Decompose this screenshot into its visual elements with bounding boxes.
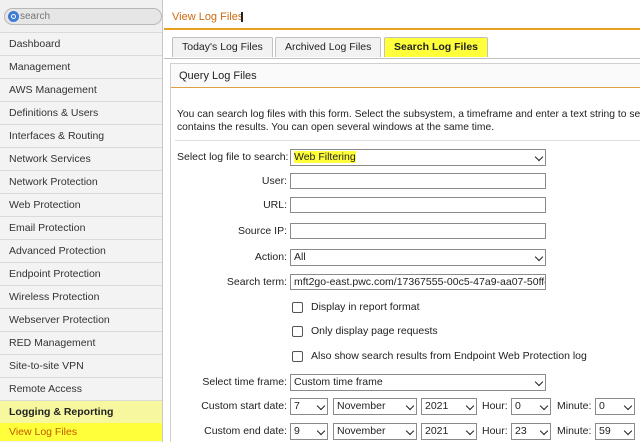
end-year-select[interactable]: 2021: [421, 423, 477, 440]
start-date-label: Custom start date:: [201, 400, 287, 412]
end-minute-value: 59: [599, 425, 611, 437]
search-term-input[interactable]: mft2go-east.pwc.com/17367555-00c5-47a9-a…: [290, 274, 546, 290]
chevron-down-icon: [316, 401, 326, 411]
start-year-value: 2021: [425, 400, 449, 412]
chevron-down-icon: [534, 252, 544, 262]
chevron-down-icon: [405, 401, 415, 411]
chevron-down-icon: [465, 426, 475, 436]
sidebar-item-site-to-site-vpn[interactable]: Site-to-site VPN: [0, 354, 162, 377]
query-panel: Query Log Files You can search log files…: [170, 63, 640, 442]
endpoint-log-checkbox[interactable]: [292, 351, 303, 362]
sidebar-item-network-services[interactable]: Network Services: [0, 147, 162, 170]
report-format-checkbox[interactable]: [292, 302, 303, 313]
time-frame-label: Select time frame:: [202, 376, 287, 388]
chevron-down-icon: [539, 426, 549, 436]
sidebar-item-email-protection[interactable]: Email Protection: [0, 216, 162, 239]
sidebar-item-interfaces-routing[interactable]: Interfaces & Routing: [0, 124, 162, 147]
panel-description: You can search log files with this form.…: [177, 108, 640, 134]
action-select[interactable]: All: [290, 249, 546, 266]
chevron-down-icon: [539, 401, 549, 411]
page-header: View Log Files: [164, 0, 640, 30]
end-hour-select[interactable]: 23: [511, 423, 551, 440]
source-ip-input[interactable]: [290, 223, 546, 239]
chevron-down-icon: [316, 426, 326, 436]
divider: [175, 140, 640, 141]
sidebar-item-network-protection[interactable]: Network Protection: [0, 170, 162, 193]
sidebar-item-remote-access[interactable]: Remote Access: [0, 377, 162, 400]
search-term-label: Search term:: [226, 276, 287, 288]
page-requests-label: Only display page requests: [311, 325, 438, 337]
tab-search-log-files[interactable]: Search Log Files: [384, 37, 489, 57]
chevron-down-icon: [534, 152, 544, 162]
end-month-select[interactable]: November: [333, 423, 417, 440]
description-line-1: You can search log files with this form.…: [177, 109, 640, 120]
sidebar-item-wireless-protection[interactable]: Wireless Protection: [0, 285, 162, 308]
url-input[interactable]: [290, 197, 546, 213]
sidebar-item-advanced-protection[interactable]: Advanced Protection: [0, 239, 162, 262]
page-requests-checkbox[interactable]: [292, 326, 303, 337]
chevron-down-icon: [405, 426, 415, 436]
end-minute-select[interactable]: 59: [595, 423, 635, 440]
end-hour-label: Hour:: [482, 425, 508, 437]
start-minute-label: Minute:: [557, 400, 592, 412]
start-month-select[interactable]: November: [333, 398, 417, 415]
chevron-down-icon: [534, 377, 544, 387]
start-year-select[interactable]: 2021: [421, 398, 477, 415]
start-day-value: 7: [294, 400, 300, 412]
sidebar-item-definitions-users[interactable]: Definitions & Users: [0, 101, 162, 124]
start-day-select[interactable]: 7: [290, 398, 328, 415]
end-date-label: Custom end date:: [204, 425, 287, 437]
start-minute-value: 0: [599, 400, 605, 412]
time-frame-select[interactable]: Custom time frame: [290, 374, 546, 391]
search-input[interactable]: [20, 10, 155, 23]
text-cursor-icon: [241, 12, 243, 22]
sidebar-item-webserver-protection[interactable]: Webserver Protection: [0, 308, 162, 331]
sidebar-item-web-protection[interactable]: Web Protection: [0, 193, 162, 216]
url-label: URL:: [263, 199, 287, 211]
search-box[interactable]: [4, 8, 162, 25]
sidebar-item-aws-management[interactable]: AWS Management: [0, 78, 162, 101]
sidebar-item-management[interactable]: Management: [0, 55, 162, 78]
tab-divider: [164, 58, 640, 59]
log-file-select[interactable]: Web Filtering: [290, 149, 546, 166]
source-ip-label: Source IP:: [237, 225, 287, 237]
sidebar-item-logging-reporting[interactable]: Logging & Reporting: [0, 400, 162, 423]
start-hour-value: 0: [515, 400, 521, 412]
sidebar-item-endpoint-protection[interactable]: Endpoint Protection: [0, 262, 162, 285]
sidebar-search: [0, 0, 162, 32]
end-day-value: 9: [294, 425, 300, 437]
panel-title: Query Log Files: [171, 64, 640, 88]
sidebar-subitem-view-log-files[interactable]: View Log Files: [0, 423, 162, 441]
end-year-value: 2021: [425, 425, 449, 437]
tab-bar: Today's Log Files Archived Log Files Sea…: [164, 32, 640, 59]
log-file-label: Select log file to search:: [177, 151, 289, 163]
tab-todays-log-files[interactable]: Today's Log Files: [172, 37, 273, 57]
page-title: View Log Files: [172, 11, 244, 23]
tab-archived-log-files[interactable]: Archived Log Files: [275, 37, 382, 57]
chevron-down-icon: [623, 401, 633, 411]
time-frame-value: Custom time frame: [294, 376, 383, 388]
start-hour-select[interactable]: 0: [511, 398, 551, 415]
start-hour-label: Hour:: [482, 400, 508, 412]
sidebar-item-dashboard[interactable]: Dashboard: [0, 32, 162, 55]
user-input[interactable]: [290, 173, 546, 189]
start-month-value: November: [337, 400, 386, 412]
chevron-down-icon: [623, 426, 633, 436]
end-hour-value: 23: [515, 425, 527, 437]
end-day-select[interactable]: 9: [290, 423, 328, 440]
start-minute-select[interactable]: 0: [595, 398, 635, 415]
search-icon: [8, 11, 19, 22]
endpoint-log-label: Also show search results from Endpoint W…: [311, 350, 587, 362]
sidebar-item-red-management[interactable]: RED Management: [0, 331, 162, 354]
description-line-2: contains the results. You can open sever…: [177, 122, 495, 133]
end-month-value: November: [337, 425, 386, 437]
action-value: All: [294, 251, 306, 263]
chevron-down-icon: [465, 401, 475, 411]
report-format-label: Display in report format: [311, 301, 420, 313]
sidebar: Dashboard Management AWS Management Defi…: [0, 0, 163, 442]
log-file-value: Web Filtering: [294, 151, 356, 163]
action-label: Action:: [254, 251, 287, 263]
end-minute-label: Minute:: [557, 425, 592, 437]
user-label: User:: [261, 175, 287, 187]
